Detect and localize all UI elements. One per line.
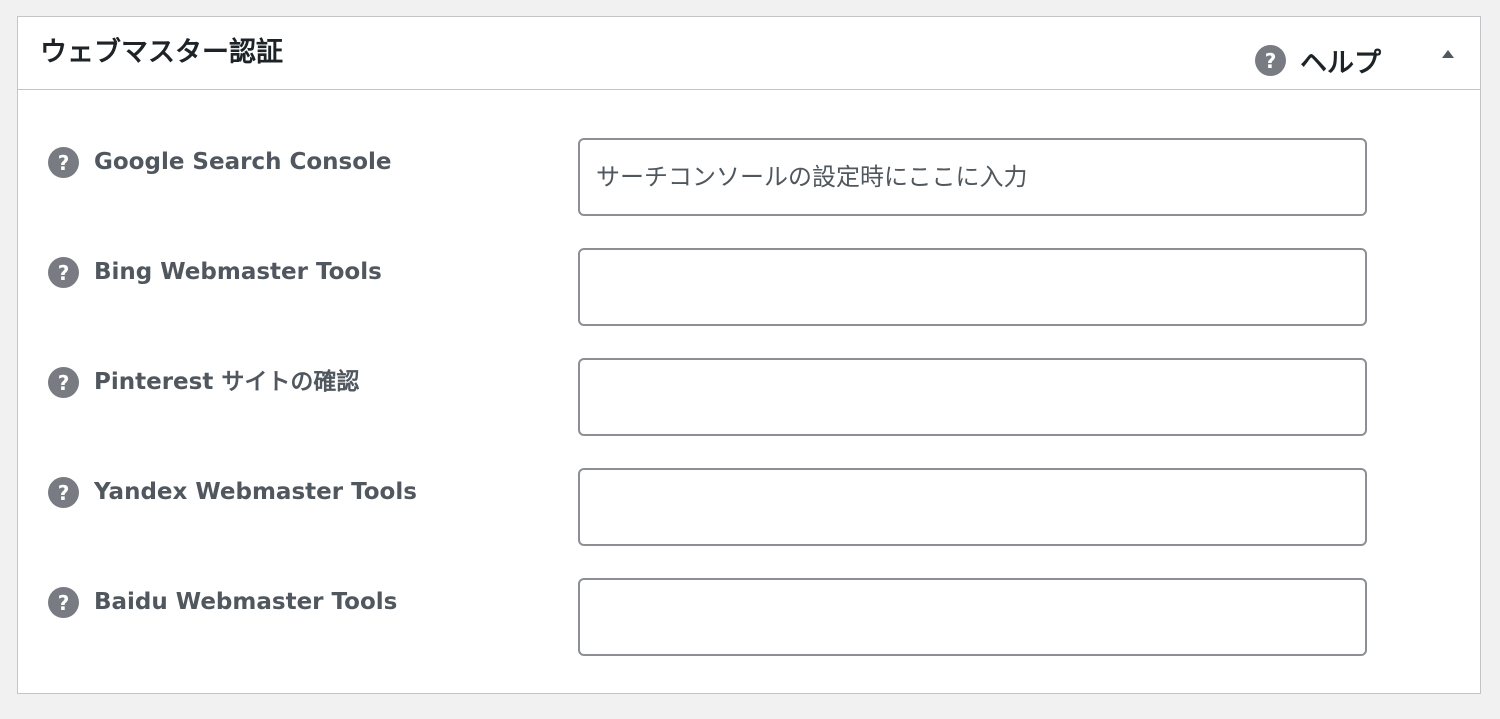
webmaster-verification-panel: ウェブマスター認証 ? ヘルプ ? Google Search Console …: [17, 16, 1481, 694]
field-label: Yandex Webmaster Tools: [94, 479, 417, 505]
field-help-icon[interactable]: ?: [48, 147, 79, 178]
field-row-google-search-console: ? Google Search Console: [48, 138, 1388, 218]
field-label: Pinterest サイトの確認: [94, 369, 360, 395]
help-label: ヘルプ: [1300, 48, 1381, 79]
panel-header: ウェブマスター認証 ? ヘルプ: [18, 17, 1480, 90]
help-button[interactable]: ? ヘルプ: [1255, 41, 1381, 80]
help-question-icon: ?: [1255, 45, 1286, 76]
pinterest-verification-input[interactable]: [578, 358, 1367, 436]
field-help-icon[interactable]: ?: [48, 587, 79, 618]
field-label: Google Search Console: [94, 149, 392, 175]
collapse-toggle-button[interactable]: [1438, 45, 1458, 61]
field-row-bing-webmaster-tools: ? Bing Webmaster Tools: [48, 248, 1388, 328]
field-row-yandex-webmaster-tools: ? Yandex Webmaster Tools: [48, 468, 1388, 548]
field-label: Baidu Webmaster Tools: [94, 589, 398, 615]
field-label: Bing Webmaster Tools: [94, 259, 382, 285]
panel-title: ウェブマスター認証: [40, 37, 283, 68]
google-search-console-input[interactable]: [578, 138, 1367, 216]
field-help-icon[interactable]: ?: [48, 257, 79, 288]
baidu-webmaster-tools-input[interactable]: [578, 578, 1367, 656]
field-row-pinterest-verification: ? Pinterest サイトの確認: [48, 358, 1388, 438]
bing-webmaster-tools-input[interactable]: [578, 248, 1367, 326]
field-help-icon[interactable]: ?: [48, 367, 79, 398]
yandex-webmaster-tools-input[interactable]: [578, 468, 1367, 546]
field-row-baidu-webmaster-tools: ? Baidu Webmaster Tools: [48, 578, 1388, 658]
triangle-up-icon: [1442, 50, 1454, 58]
field-help-icon[interactable]: ?: [48, 477, 79, 508]
